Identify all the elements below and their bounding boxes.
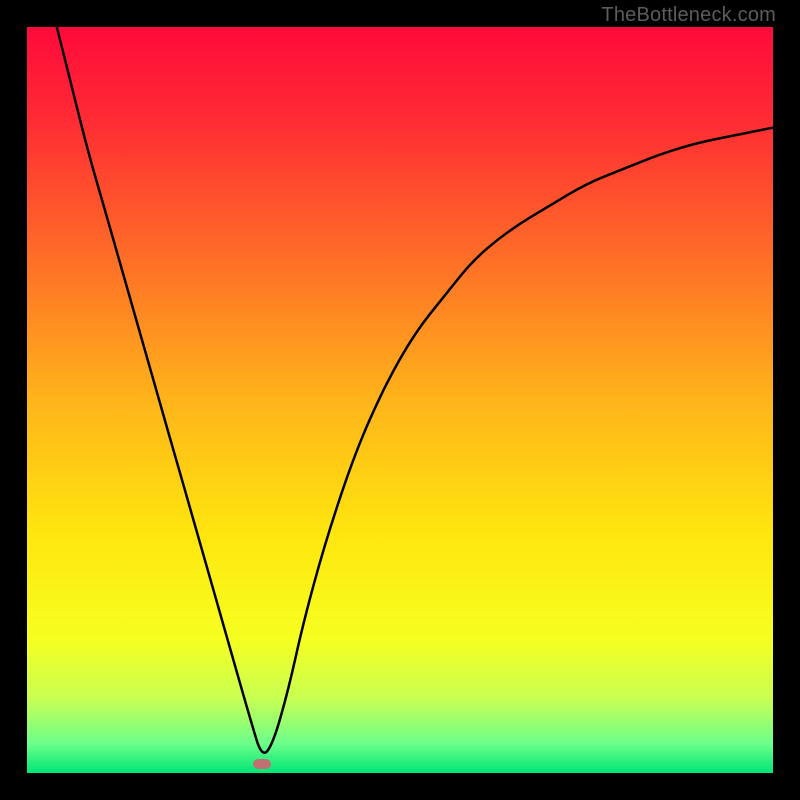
minimum-marker bbox=[253, 759, 271, 769]
watermark-text: TheBottleneck.com bbox=[601, 4, 776, 27]
chart-frame: TheBottleneck.com bbox=[0, 0, 800, 800]
plot-area bbox=[27, 27, 773, 773]
bottleneck-curve bbox=[27, 27, 773, 773]
